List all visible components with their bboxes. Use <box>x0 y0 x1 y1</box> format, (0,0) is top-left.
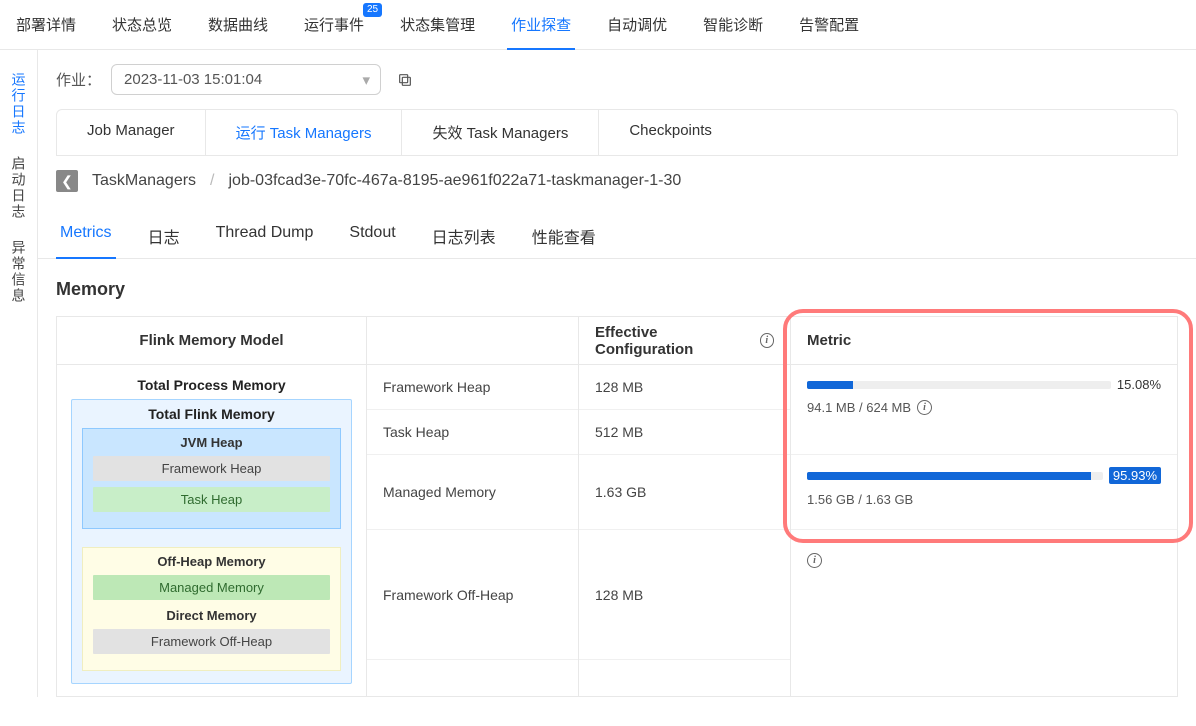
event-badge: 25 <box>363 3 382 17</box>
job-selector-row: 作业： 2023-11-03 15:01:04 ▾ <box>38 50 1196 109</box>
col-metric: Metric 15.08% 94.1 MB / 624 MB i 95.93% <box>791 317 1177 696</box>
innertab-log[interactable]: 日志 <box>144 214 184 258</box>
innertab-stdout[interactable]: Stdout <box>345 214 399 258</box>
breadcrumb-root[interactable]: TaskManagers <box>92 172 196 190</box>
col-model: Flink Memory Model Total Process Memory … <box>57 317 367 696</box>
heap-text: 94.1 MB / 624 MB <box>807 400 911 415</box>
topnav-item-status[interactable]: 状态总览 <box>108 0 176 49</box>
th-metric: Metric <box>791 317 1177 365</box>
breadcrumb-current: job-03fcad3e-70fc-467a-8195-ae961f022a71… <box>229 172 682 190</box>
info-icon[interactable]: i <box>807 553 822 568</box>
topnav-item-jobexplore[interactable]: 作业探查 <box>507 0 575 49</box>
subtab-checkpoints[interactable]: Checkpoints <box>599 110 742 155</box>
info-icon[interactable]: i <box>917 400 932 415</box>
managed-text: 1.56 GB / 1.63 GB <box>807 492 913 507</box>
row-conf-frameworkoffheap: 128 MB <box>579 530 790 660</box>
sidebar-item-exception[interactable]: 异常信息 <box>9 230 29 314</box>
topnav-item-deploy[interactable]: 部署详情 <box>12 0 80 49</box>
model-taskheap: Task Heap <box>93 487 330 512</box>
model-total-process: Total Process Memory <box>71 377 352 393</box>
info-icon[interactable]: i <box>760 333 774 348</box>
back-icon[interactable]: ❮ <box>56 170 78 192</box>
model-jvmheap: JVM Heap <box>93 435 330 450</box>
row-conf-taskheap: 512 MB <box>579 410 790 455</box>
topnav-item-diagnose[interactable]: 智能诊断 <box>699 0 767 49</box>
innertab-metrics[interactable]: Metrics <box>56 214 116 258</box>
heap-progress <box>807 381 1111 389</box>
innertab-loglist[interactable]: 日志列表 <box>428 214 500 258</box>
model-direct: Direct Memory <box>93 608 330 623</box>
col-conf: Effective Configuration i 128 MB 512 MB … <box>579 317 791 696</box>
innertab-perf[interactable]: 性能查看 <box>528 214 600 258</box>
job-select[interactable]: 2023-11-03 15:01:04 ▾ <box>111 64 381 95</box>
topnav-item-stateset[interactable]: 状态集管理 <box>396 0 479 49</box>
model-managed: Managed Memory <box>93 575 330 600</box>
row-conf-frameworkheap: 128 MB <box>579 365 790 410</box>
top-nav: 部署详情 状态总览 数据曲线 运行事件 25 状态集管理 作业探查 自动调优 智… <box>0 0 1196 50</box>
topnav-item-autotune[interactable]: 自动调优 <box>603 0 671 49</box>
memory-model-diagram: Total Process Memory Total Flink Memory … <box>57 365 366 696</box>
job-selected-value: 2023-11-03 15:01:04 <box>124 71 262 88</box>
sidebar-item-startlog[interactable]: 启动日志 <box>9 146 29 230</box>
sidebar: 运行日志 启动日志 异常信息 <box>0 50 38 697</box>
caret-down-icon: ▾ <box>362 71 370 89</box>
sidebar-item-runlog[interactable]: 运行日志 <box>9 62 29 146</box>
row-conf-managed: 1.63 GB <box>579 455 790 530</box>
metric-heap: 15.08% 94.1 MB / 624 MB i <box>791 365 1177 455</box>
section-title: Memory <box>38 259 1196 316</box>
row-name-taskheap: Task Heap <box>367 410 578 455</box>
th-conf: Effective Configuration i <box>579 317 790 365</box>
breadcrumb: ❮ TaskManagers / job-03fcad3e-70fc-467a-… <box>38 156 1196 206</box>
metric-offheap: i <box>791 530 1177 588</box>
breadcrumb-sep: / <box>210 172 214 190</box>
row-name-frameworkoffheap: Framework Off-Heap <box>367 530 578 660</box>
managed-progress <box>807 472 1103 480</box>
th-model: Flink Memory Model <box>57 317 366 365</box>
topnav-item-alert[interactable]: 告警配置 <box>795 0 863 49</box>
subtab-running-tm[interactable]: 运行 Task Managers <box>206 110 403 155</box>
content: 作业： 2023-11-03 15:01:04 ▾ Job Manager 运行… <box>38 50 1196 697</box>
metric-managed: 95.93% 1.56 GB / 1.63 GB <box>791 455 1177 530</box>
model-total-flink: Total Flink Memory <box>82 406 341 422</box>
topnav-item-curve[interactable]: 数据曲线 <box>204 0 272 49</box>
row-name-managed: Managed Memory <box>367 455 578 530</box>
topnav-item-event[interactable]: 运行事件 25 <box>300 0 368 49</box>
row-name-frameworkheap: Framework Heap <box>367 365 578 410</box>
th-name-spacer <box>367 317 578 365</box>
model-frameworkheap: Framework Heap <box>93 456 330 481</box>
subtab-failed-tm[interactable]: 失效 Task Managers <box>402 110 599 155</box>
col-name: Framework Heap Task Heap Managed Memory … <box>367 317 579 696</box>
subtabs: Job Manager 运行 Task Managers 失效 Task Man… <box>56 109 1178 156</box>
model-offheap: Off-Heap Memory <box>93 554 330 569</box>
heap-pct: 15.08% <box>1117 377 1161 392</box>
innertab-threaddump[interactable]: Thread Dump <box>212 214 318 258</box>
subtab-jobmanager[interactable]: Job Manager <box>57 110 206 155</box>
copy-icon[interactable] <box>391 66 419 94</box>
managed-pct: 95.93% <box>1109 467 1161 484</box>
inner-tabs: Metrics 日志 Thread Dump Stdout 日志列表 性能查看 <box>38 206 1196 259</box>
model-frameworkoffheap: Framework Off-Heap <box>93 629 330 654</box>
memory-table: Flink Memory Model Total Process Memory … <box>56 316 1178 697</box>
job-label: 作业： <box>56 69 101 90</box>
